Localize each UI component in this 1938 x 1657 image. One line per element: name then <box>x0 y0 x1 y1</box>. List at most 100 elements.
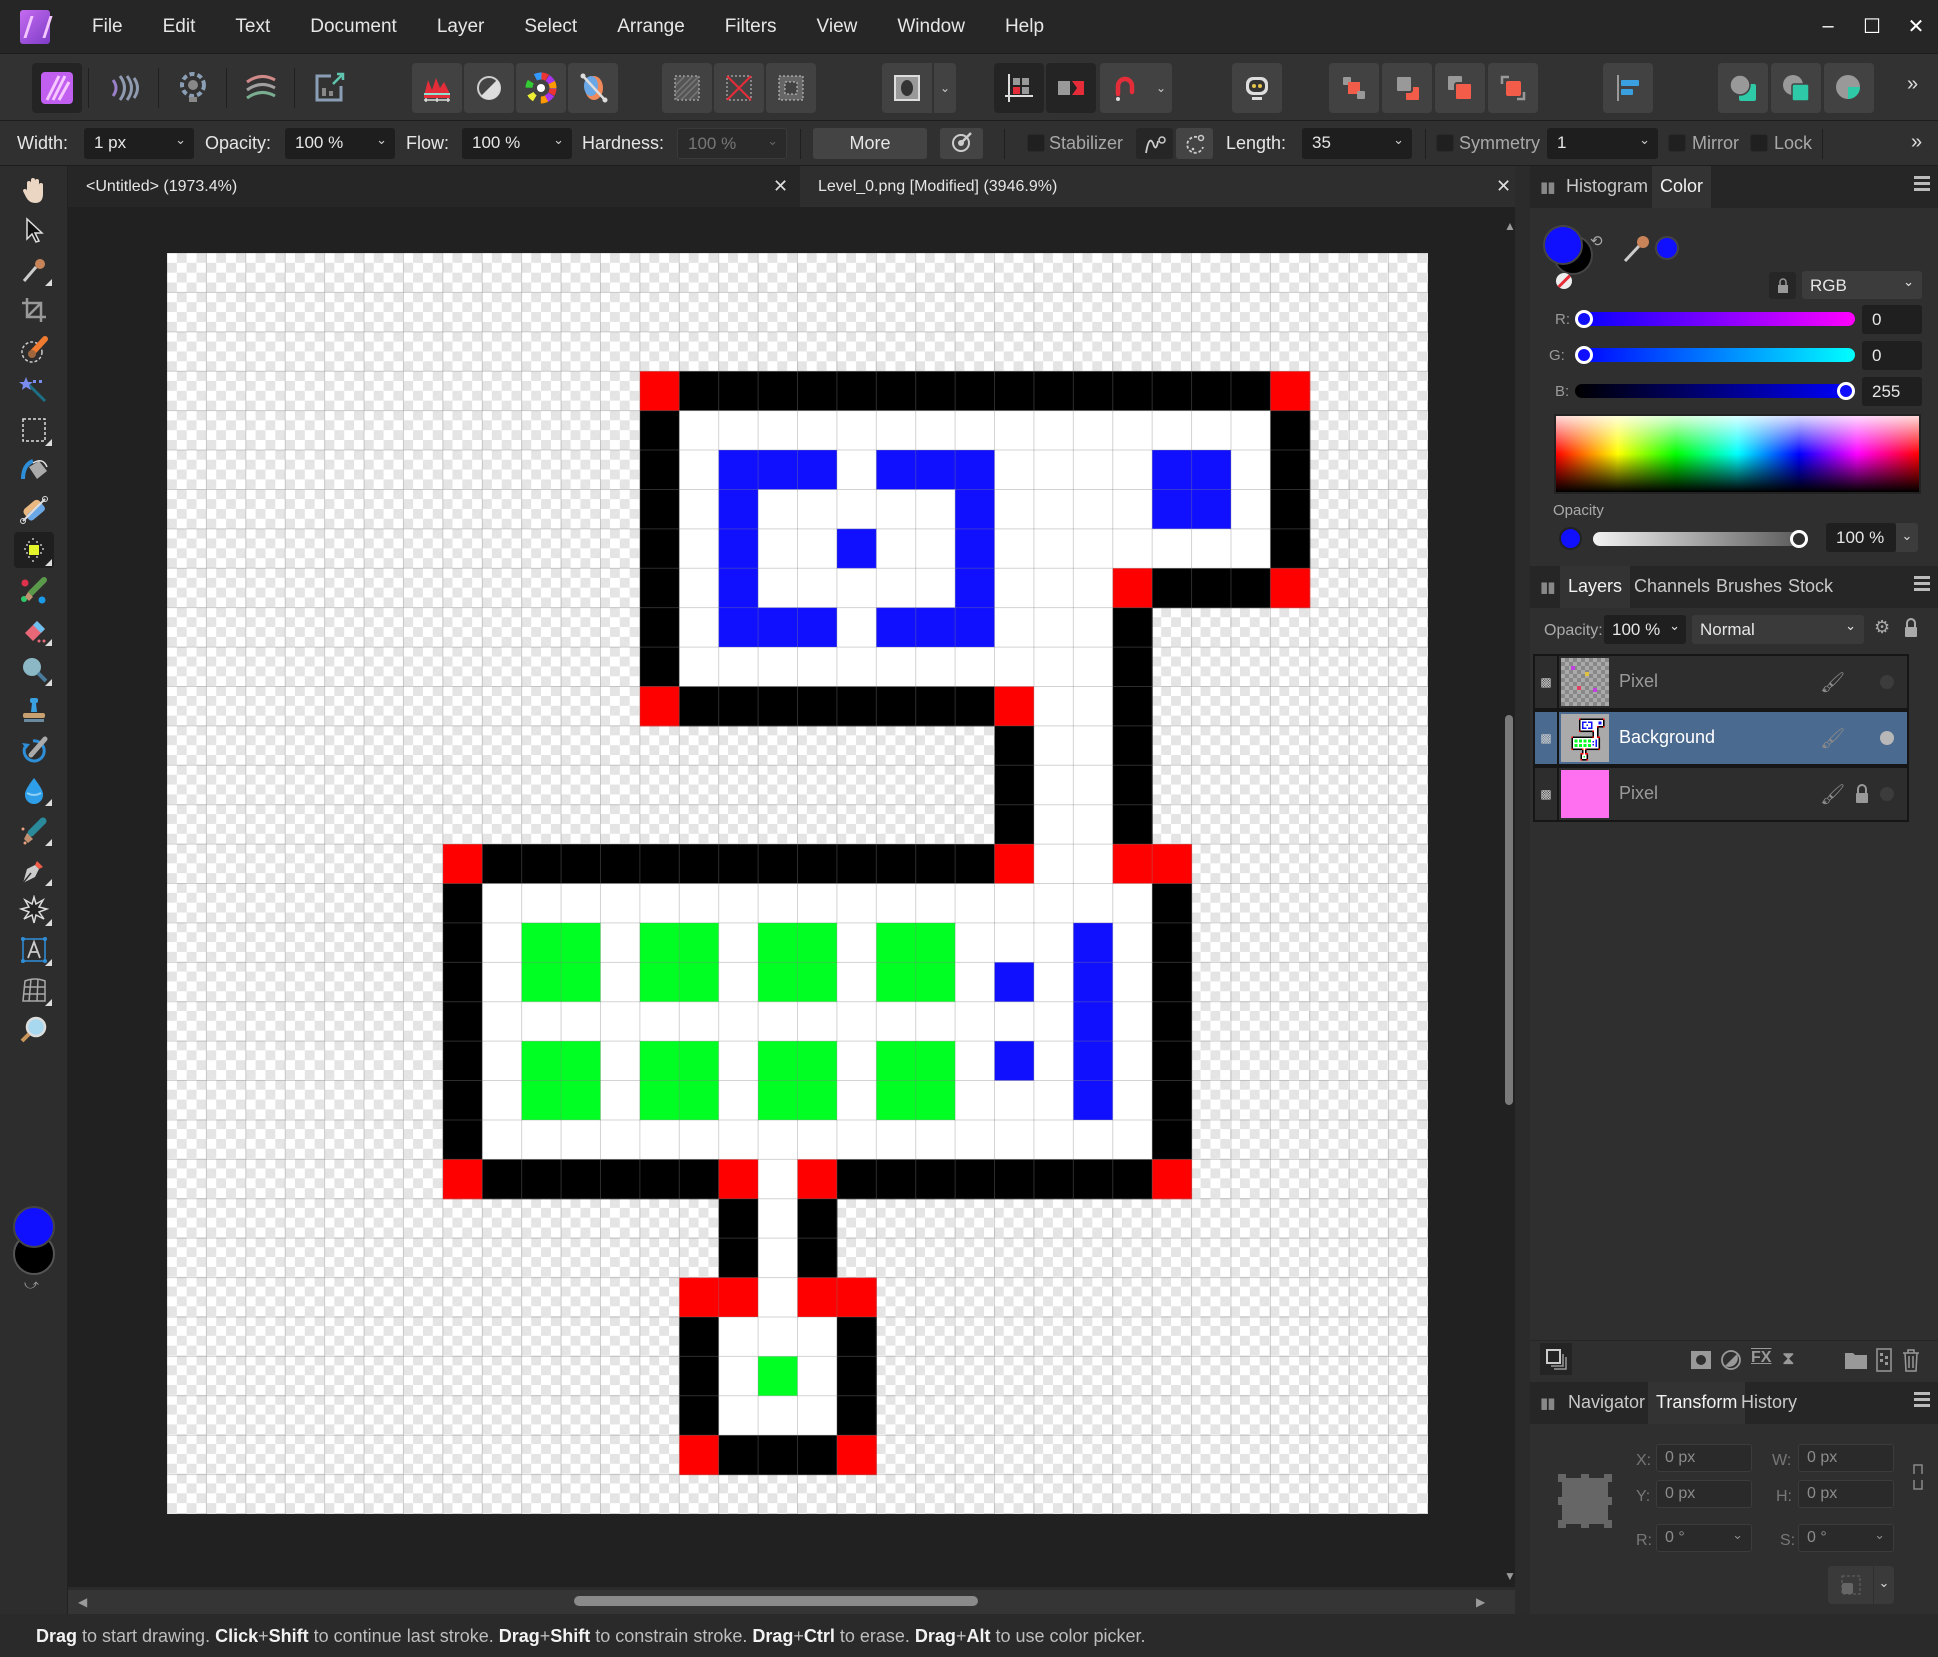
rotation-field[interactable]: 0 ° ⌄ <box>1656 1524 1752 1552</box>
layer-visibility-toggle[interactable] <box>1880 731 1894 745</box>
g-slider[interactable] <box>1575 348 1855 362</box>
transform-origin-dropdown[interactable]: ⌄ <box>1874 1566 1894 1604</box>
boolean-add-button[interactable] <box>1718 63 1768 113</box>
menu-text[interactable]: Text <box>235 16 270 38</box>
shear-field[interactable]: 0 ° ⌄ <box>1798 1524 1894 1552</box>
color-opacity-dropdown[interactable]: ⌄ <box>1896 523 1918 552</box>
boolean-subtract-button[interactable] <box>1771 63 1821 113</box>
stabilizer-checkbox[interactable] <box>1027 134 1045 152</box>
no-color-icon[interactable] <box>1556 273 1572 289</box>
layer-fx-icon[interactable]: FX <box>1751 1349 1771 1367</box>
lock-checkbox[interactable] <box>1750 134 1768 152</box>
panel-menu-icon[interactable] <box>1914 176 1930 194</box>
blur-tool[interactable] <box>14 772 54 808</box>
pixel-tool[interactable] <box>14 532 54 568</box>
view-tool[interactable] <box>14 172 54 208</box>
transform-origin-button[interactable] <box>1828 1566 1873 1604</box>
menu-window[interactable]: Window <box>897 16 965 38</box>
scroll-up-icon[interactable]: ▲ <box>1504 219 1515 233</box>
move-to-front-button[interactable] <box>1488 63 1538 113</box>
tab-level-0[interactable]: Level_0.png [Modified] (3946.9%) <box>800 166 1515 207</box>
r-slider-knob[interactable] <box>1575 310 1593 328</box>
tab-transform[interactable]: Transform <box>1648 1382 1746 1424</box>
panel-menu-icon[interactable] <box>1914 1392 1930 1410</box>
marquee-tool[interactable] <box>14 412 54 448</box>
horizontal-scrollbar[interactable]: ◀ ▶ <box>68 1590 1515 1614</box>
white-balance-button[interactable] <box>464 63 514 113</box>
more-button[interactable]: More <box>813 128 927 159</box>
g-value-field[interactable]: 0 <box>1862 341 1922 370</box>
panel-grip-icon[interactable]: ▮▮ <box>1540 578 1555 596</box>
tab-color[interactable]: Color <box>1652 166 1712 208</box>
lock-color-button[interactable] <box>1769 272 1796 299</box>
tab-stock[interactable]: Stock <box>1780 566 1841 608</box>
text-tool[interactable] <box>14 932 54 968</box>
menu-view[interactable]: View <box>817 16 858 38</box>
x-field[interactable]: 0 px <box>1656 1444 1752 1472</box>
window-mode-button[interactable] <box>1176 128 1213 159</box>
tab-channels[interactable]: Channels <box>1626 566 1718 608</box>
quick-mask-dropdown[interactable]: ⌄ <box>934 63 956 113</box>
snapping-button[interactable] <box>1100 63 1150 113</box>
menu-arrange[interactable]: Arrange <box>617 16 685 38</box>
menu-select[interactable]: Select <box>524 16 577 38</box>
scroll-right-icon[interactable]: ▶ <box>1476 1595 1485 1609</box>
layer-settings-gear-icon[interactable]: ⚙ <box>1874 617 1890 638</box>
r-slider[interactable] <box>1575 312 1855 326</box>
zoom-tool[interactable] <box>14 1012 54 1048</box>
h-field[interactable]: 0 px <box>1798 1480 1894 1508</box>
menu-edit[interactable]: Edit <box>163 16 196 38</box>
menu-filters[interactable]: Filters <box>725 16 777 38</box>
mask-layer-icon[interactable] <box>1690 1350 1712 1370</box>
flood-select-tool[interactable] <box>14 372 54 408</box>
symmetry-checkbox[interactable] <box>1436 134 1454 152</box>
force-pixel-alignment-button[interactable] <box>994 63 1044 113</box>
crop-tool[interactable] <box>14 292 54 328</box>
brush-options-button[interactable] <box>940 128 983 159</box>
document-canvas[interactable] <box>167 253 1428 1514</box>
liquify-persona-button[interactable] <box>100 63 150 113</box>
live-filter-icon[interactable]: ⧗ <box>1782 1348 1795 1369</box>
opacity-field[interactable]: 100 % ⌄ <box>285 128 395 159</box>
mesh-warp-tool[interactable] <box>14 972 54 1008</box>
move-back-one-button[interactable] <box>1382 63 1432 113</box>
delete-layer-trash-icon[interactable] <box>1902 1348 1920 1372</box>
boolean-intersect-button[interactable] <box>1824 63 1874 113</box>
menu-layer[interactable]: Layer <box>437 16 485 38</box>
scroll-down-icon[interactable]: ▼ <box>1504 1569 1515 1583</box>
primary-color-swatch[interactable] <box>13 1206 55 1248</box>
color-opacity-field[interactable]: 100 % <box>1826 523 1896 552</box>
rope-mode-button[interactable] <box>1136 128 1173 159</box>
swap-colors-icon[interactable]: ⟲ <box>1590 232 1603 250</box>
panel-menu-icon[interactable] <box>1914 576 1930 594</box>
lock-layer-icon[interactable] <box>1904 618 1918 638</box>
layer-visibility-toggle[interactable] <box>1880 787 1894 801</box>
hsl-button[interactable] <box>516 63 566 113</box>
vertical-scrollbar[interactable]: ▲ ▼ <box>1503 215 1515 1583</box>
move-to-back-button[interactable] <box>1329 63 1379 113</box>
layer-drag-handle-icon[interactable]: ▩ <box>1535 768 1559 820</box>
erase-brush-tool[interactable] <box>14 612 54 648</box>
tab-navigator[interactable]: Navigator <box>1560 1382 1653 1424</box>
layer-drag-handle-icon[interactable]: ▩ <box>1535 712 1559 764</box>
healing-tool[interactable] <box>14 812 54 848</box>
flow-field[interactable]: 100 % ⌄ <box>462 128 572 159</box>
panel-grip-icon[interactable]: ▮▮ <box>1540 1394 1555 1412</box>
align-left-button[interactable] <box>1603 63 1653 113</box>
tab-untitled[interactable]: <Untitled> (1973.4%) <box>68 166 800 207</box>
toolbar-overflow-button[interactable]: » <box>1907 73 1918 96</box>
photo-persona-button[interactable] <box>32 63 82 113</box>
color-opacity-knob[interactable] <box>1790 530 1808 548</box>
paint-mixer-tool[interactable] <box>14 572 54 608</box>
invert-selection-button[interactable] <box>766 63 816 113</box>
flood-fill-tool[interactable] <box>14 452 54 488</box>
snapping-dropdown[interactable]: ⌄ <box>1150 63 1172 113</box>
maximize-button[interactable]: ☐ <box>1850 14 1894 39</box>
b-slider-knob[interactable] <box>1837 382 1855 400</box>
r-value-field[interactable]: 0 <box>1862 305 1922 334</box>
close-tab-level-0-button[interactable]: ✕ <box>1496 176 1511 197</box>
move-tool[interactable] <box>14 212 54 248</box>
close-window-button[interactable]: ✕ <box>1894 14 1938 39</box>
layer-opacity-field[interactable]: 100 % ⌄ <box>1604 615 1686 644</box>
g-slider-knob[interactable] <box>1575 346 1593 364</box>
